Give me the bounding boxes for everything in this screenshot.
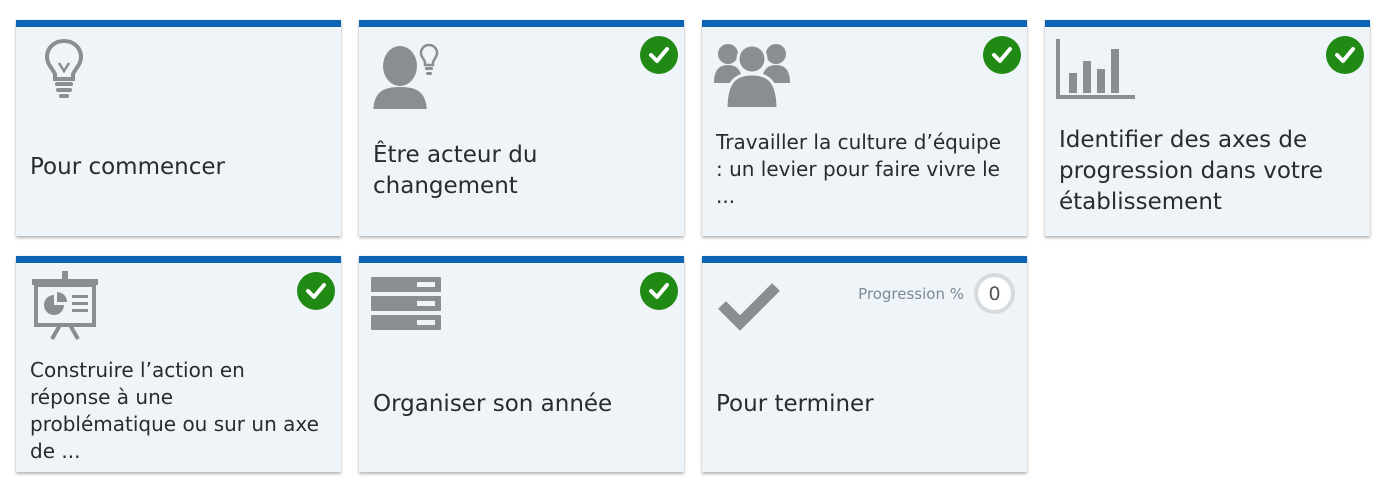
tile-title: Organiser son année	[373, 391, 613, 417]
progress-label: Progression %	[858, 284, 964, 303]
bar-chart-icon	[1055, 39, 1137, 105]
tile-culture-equipe[interactable]: Travailler la culture d’équipe : un levi…	[702, 20, 1027, 236]
checkmark-icon	[716, 281, 782, 335]
completed-check-icon	[297, 272, 335, 310]
completed-check-icon	[640, 36, 678, 74]
tile-pour-terminer[interactable]: Progression % 0 Pour terminer	[702, 256, 1027, 472]
team-icon	[714, 37, 790, 111]
progress-ring: 0	[974, 273, 1015, 314]
tile-title: Être acteur du changement	[373, 142, 538, 199]
tile-title: Construire l’action en réponse à une pro…	[30, 358, 319, 463]
presentation-board-icon	[30, 271, 100, 345]
tile-etre-acteur[interactable]: Être acteur du changement	[359, 20, 684, 236]
completed-check-icon	[1326, 36, 1364, 74]
tile-axes-progression[interactable]: Identifier des axes de progression dans …	[1045, 20, 1370, 236]
completed-check-icon	[640, 272, 678, 310]
tile-title: Identifier des axes de progression dans …	[1059, 127, 1324, 215]
completed-check-icon	[983, 36, 1021, 74]
progress-indicator: Progression % 0	[858, 273, 1015, 314]
tile-title: Travailler la culture d’équipe : un levi…	[716, 130, 1002, 208]
tile-title: Pour terminer	[716, 391, 874, 417]
tile-construire-action[interactable]: Construire l’action en réponse à une pro…	[16, 256, 341, 472]
person-idea-icon	[373, 37, 445, 115]
server-stack-icon	[371, 275, 443, 337]
lightbulb-icon	[44, 37, 84, 103]
progress-value: 0	[988, 282, 1001, 305]
tile-title: Pour commencer	[30, 154, 225, 180]
tile-organiser-annee[interactable]: Organiser son année	[359, 256, 684, 472]
tile-pour-commencer[interactable]: Pour commencer	[16, 20, 341, 236]
